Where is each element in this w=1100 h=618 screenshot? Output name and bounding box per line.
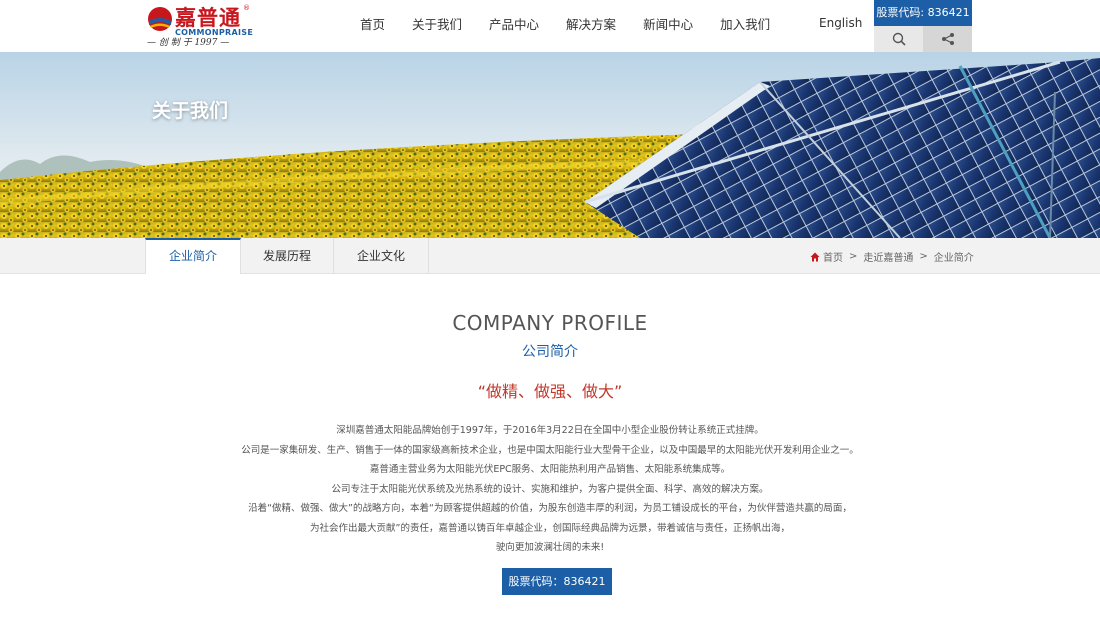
- banner-title: 关于我们: [152, 100, 229, 122]
- tab-culture[interactable]: 企业文化: [334, 238, 429, 274]
- section-title-en: COMPANY PROFILE: [452, 311, 648, 335]
- search-button[interactable]: [874, 26, 923, 52]
- home-icon: [810, 252, 820, 261]
- subnav-tabs: 企业简介 发展历程 企业文化: [145, 238, 429, 274]
- breadcrumb-separator: >: [919, 251, 928, 262]
- banner-image: [0, 52, 1100, 238]
- description-line: 公司是一家集研发、生产、销售于一体的国家级高新技术企业，也是中国太阳能行业大型骨…: [241, 444, 859, 456]
- main-nav: 首页 关于我们 产品中心 解决方案 新闻中心 加入我们: [360, 0, 797, 52]
- nav-products[interactable]: 产品中心: [489, 0, 539, 52]
- nav-solutions[interactable]: 解决方案: [566, 0, 616, 52]
- site-header: 嘉普通 ® COMMONPRAISE — 创 制 于 1997 — 首页 关于我…: [0, 0, 1100, 52]
- share-button[interactable]: [923, 26, 972, 52]
- logo-slogan: — 创 制 于 1997 —: [147, 38, 230, 48]
- hero-banner: 关于我们: [0, 52, 1100, 238]
- logo-name-cn: 嘉普通: [175, 5, 241, 30]
- nav-home[interactable]: 首页: [360, 0, 385, 52]
- description-line: 公司专注于太阳能光伏系统及光热系统的设计、实施和维护，为客户提供全面、科学、高效…: [331, 483, 769, 495]
- stock-code-button[interactable]: 股票代码：836421: [502, 568, 612, 595]
- tab-company-profile[interactable]: 企业简介: [145, 238, 241, 274]
- nav-about[interactable]: 关于我们: [412, 0, 462, 52]
- company-logo[interactable]: 嘉普通 ® COMMONPRAISE — 创 制 于 1997 —: [145, 4, 254, 48]
- stock-code-badge: 股票代码: 836421: [874, 0, 972, 26]
- logo-registered-mark: ®: [243, 4, 250, 12]
- logo-sun-icon: [148, 7, 172, 31]
- description-line: 驶向更加波澜壮阔的未来!: [495, 542, 605, 553]
- nav-careers[interactable]: 加入我们: [720, 0, 770, 52]
- breadcrumb-separator: >: [849, 251, 858, 262]
- breadcrumb-home[interactable]: 首页: [823, 249, 843, 264]
- share-icon: [941, 33, 954, 45]
- company-slogan: “做精、做强、做大”: [477, 382, 623, 401]
- breadcrumb-about[interactable]: 走近嘉普通: [863, 249, 913, 264]
- logo-name-en: COMMONPRAISE: [175, 28, 254, 37]
- tab-history[interactable]: 发展历程: [241, 238, 334, 274]
- nav-news[interactable]: 新闻中心: [643, 0, 693, 52]
- section-title-cn: 公司简介: [522, 344, 578, 360]
- description-line: 沿着“做精、做强、做大”的战略方向，本着“为顾客提供超越的价值，为股东创造丰厚的…: [248, 503, 852, 514]
- language-switch[interactable]: English: [819, 16, 862, 30]
- search-icon: [892, 32, 906, 46]
- description-line: 为社会作出最大贡献”的责任，嘉普通以铸百年卓越企业，创国际经典品牌为远景，带着诚…: [310, 522, 790, 534]
- company-description: 深圳嘉普通太阳能品牌始创于1997年，于2016年3月22日在全国中小型企业股份…: [200, 421, 900, 558]
- breadcrumb: 首页 > 走近嘉普通 > 企业简介: [810, 249, 974, 264]
- description-line: 深圳嘉普通太阳能品牌始创于1997年，于2016年3月22日在全国中小型企业股份…: [336, 425, 764, 436]
- description-line: 嘉普通主营业务为太阳能光伏EPC服务、太阳能热利用产品销售、太阳能系统集成等。: [369, 464, 731, 475]
- sub-navigation: 企业简介 发展历程 企业文化 首页 > 走近嘉普通 > 企业简介: [0, 238, 1100, 274]
- breadcrumb-current: 企业简介: [933, 253, 974, 264]
